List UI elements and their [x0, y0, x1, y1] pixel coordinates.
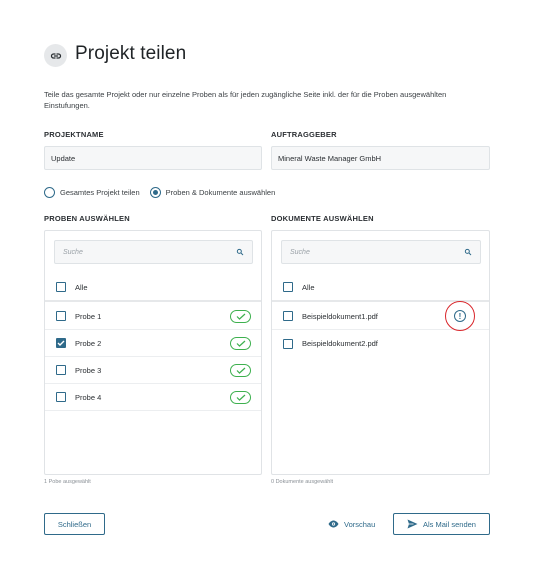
list-item-sample[interactable]: Probe 1 [45, 303, 261, 330]
samples-panel: Suche Alle Probe 1 Probe 2 Probe 3 Probe… [44, 230, 262, 475]
project-name-value: Update [51, 153, 76, 163]
documents-search-input[interactable]: Suche [281, 240, 481, 264]
list-item-sample[interactable]: Probe 3 [45, 357, 261, 384]
radio-label: Gesamtes Projekt teilen [60, 188, 140, 197]
list-item-sample[interactable]: Probe 4 [45, 384, 261, 411]
documents-selected-count: 0 Dokumente ausgewählt [271, 479, 334, 485]
exclamation-icon: ! [454, 310, 466, 322]
check-icon [230, 337, 251, 350]
documents-panel: Suche Alle Beispieldokument1.pdf ! Beisp… [271, 230, 490, 475]
project-name-field[interactable]: Update [44, 146, 262, 170]
list-item-select-all[interactable]: Alle [45, 274, 261, 302]
checkbox[interactable] [283, 311, 293, 321]
samples-section-label: PROBEN AUSWÄHLEN [44, 214, 130, 223]
page-title: Projekt teilen [75, 43, 187, 64]
close-button-label: Schließen [57, 519, 92, 529]
share-mode-radio-group: Gesamtes Projekt teilen Proben & Dokumen… [44, 187, 285, 198]
checkbox[interactable] [56, 392, 66, 402]
close-button[interactable]: Schließen [44, 513, 105, 535]
list-item-label: Beispieldokument2.pdf [302, 339, 378, 348]
checkbox[interactable] [56, 365, 66, 375]
documents-section-label: DOKUMENTE AUSWÄHLEN [271, 214, 374, 223]
list-item-document[interactable]: Beispieldokument2.pdf [272, 330, 489, 357]
checkbox[interactable] [283, 338, 293, 349]
check-icon [230, 391, 251, 404]
check-icon [230, 310, 251, 323]
link-icon [44, 44, 67, 67]
search-icon[interactable] [464, 243, 472, 261]
radio-button-selected[interactable] [149, 187, 161, 198]
send-icon [407, 519, 418, 529]
check-icon [230, 364, 251, 377]
radio-label: Proben & Dokumente auswählen [165, 188, 276, 197]
list-item-select-all[interactable]: Alle [272, 274, 489, 302]
client-field[interactable]: Mineral Waste Manager GmbH [271, 146, 490, 170]
preview-button-label: Vorschau [344, 519, 376, 529]
preview-button[interactable]: Vorschau [328, 513, 375, 535]
list-item-label: Alle [75, 282, 88, 292]
eye-icon [328, 520, 339, 528]
checkbox[interactable] [56, 282, 66, 292]
search-placeholder: Suche [290, 248, 310, 256]
search-icon[interactable] [236, 243, 244, 261]
list-item-document[interactable]: Beispieldokument1.pdf ! [272, 301, 489, 331]
samples-search-input[interactable]: Suche [54, 240, 253, 264]
checkbox-checked[interactable] [56, 338, 66, 348]
list-item-label: Alle [302, 282, 315, 292]
project-name-label: PROJEKTNAME [44, 130, 104, 139]
checkbox[interactable] [56, 311, 66, 321]
list-item-sample[interactable]: Probe 2 [45, 330, 261, 357]
client-value: Mineral Waste Manager GmbH [278, 153, 382, 163]
send-mail-button-label: Als Mail senden [423, 519, 476, 529]
radio-share-whole-project[interactable]: Gesamtes Projekt teilen [44, 187, 140, 198]
radio-button[interactable] [44, 187, 55, 198]
client-label: AUFTRAGGEBER [271, 130, 337, 139]
radio-select-samples-documents[interactable]: Proben & Dokumente auswählen [149, 187, 276, 198]
send-mail-button[interactable]: Als Mail senden [393, 513, 490, 535]
checkbox[interactable] [283, 282, 293, 292]
warning-icon[interactable]: ! [445, 301, 475, 331]
search-placeholder: Suche [63, 248, 83, 256]
page-description: Teile das gesamte Projekt oder nur einze… [44, 90, 447, 110]
samples-selected-count: 1 Pobe ausgewählt [44, 479, 91, 485]
